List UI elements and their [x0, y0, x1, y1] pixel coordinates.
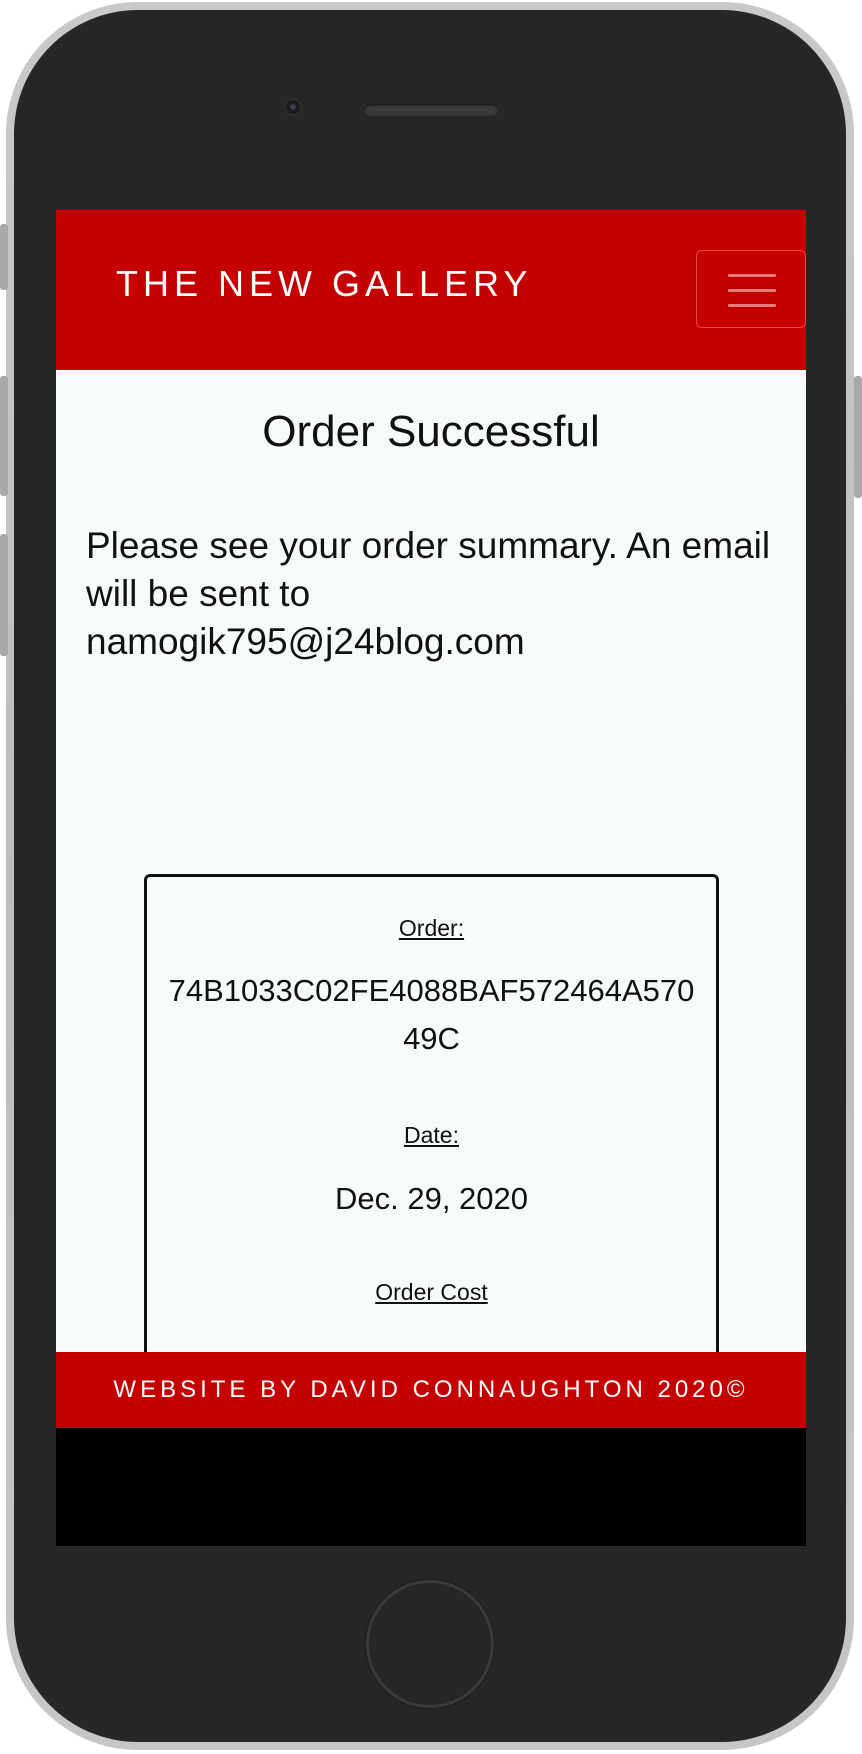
navbar-toggle-button[interactable] [696, 250, 806, 328]
footer-credit: WEBSITE BY DAVID CONNAUGHTON 2020© [113, 1376, 749, 1403]
home-button[interactable] [366, 1580, 494, 1708]
power-button [854, 376, 862, 498]
front-camera-icon [284, 98, 302, 116]
date-label: Date: [404, 1122, 459, 1148]
order-number: 74B1033C02FE4088BAF572464A57049C [168, 973, 695, 1056]
order-label: Order: [398, 915, 465, 941]
volume-down-button [0, 534, 8, 656]
customer-email: namogik795@j24blog.com [86, 621, 525, 662]
mute-switch [0, 224, 8, 290]
site-brand-link[interactable]: THE NEW GALLERY [116, 266, 532, 302]
page-title: Order Successful [262, 407, 600, 456]
order-cost-label: Order Cost [375, 1279, 488, 1305]
main-content: Order Successful Please see your order s… [56, 370, 806, 1352]
order-summary-message: Please see your order summary. An email … [86, 522, 786, 666]
order-date: Dec. 29, 2020 [334, 1181, 529, 1216]
order-summary-card: Order: 74B1033C02FE4088BAF572464A57049C … [144, 874, 719, 1352]
site-footer: WEBSITE BY DAVID CONNAUGHTON 2020© [56, 1352, 806, 1428]
top-navbar: THE NEW GALLERY [56, 210, 806, 370]
earpiece-speaker [364, 104, 498, 116]
device-screen: THE NEW GALLERY Order Successful Please … [56, 210, 806, 1546]
volume-up-button [0, 376, 8, 496]
summary-line: Please see your order summary. An email … [86, 525, 771, 614]
